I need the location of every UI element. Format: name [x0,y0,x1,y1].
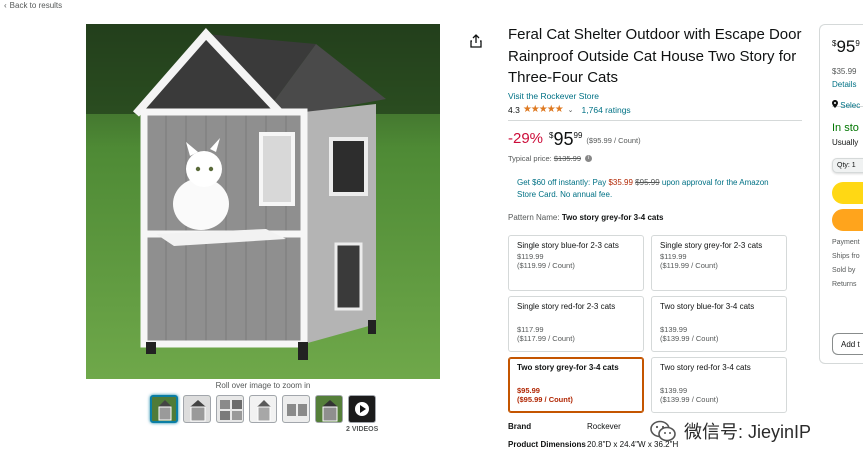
option-two-blue[interactable]: Two story blue-for 3-4 cats $139.99 ($13… [651,296,787,352]
option-unit-price: ($117.99 / Count) [517,334,575,343]
option-name: Single story blue-for 2-3 cats [517,241,619,250]
option-unit-price: ($119.99 / Count) [517,261,575,270]
star-rating-icon[interactable]: ★★★★★ [523,104,564,115]
option-two-grey-selected[interactable]: Two story grey-for 3-4 cats $95.99 ($95.… [508,357,644,413]
ratings-count-link[interactable]: 1,764 ratings [582,105,631,115]
back-label: Back to results [9,1,63,10]
thumbnail-5[interactable] [282,395,310,423]
rating-row: 4.3 ★★★★★ ⌄ 1,764 ratings [508,104,804,116]
thumbnail-3[interactable] [216,395,244,423]
option-price: $139.99 [660,325,688,334]
videos-count-label: 2 VIDEOS [346,426,379,433]
typical-price-label: Typical price: [508,153,552,163]
store-link[interactable]: Visit the Rockever Store [508,91,804,101]
option-price: $119.99 [660,252,687,261]
wechat-watermark: 微信号: JieyinIP [650,418,811,444]
add-to-list-button[interactable]: Add t [832,333,863,355]
option-name: Two story grey-for 3-4 cats [517,363,619,372]
product-title: Feral Cat Shelter Outdoor with Escape Do… [508,26,802,86]
spec-label: Product Dimensions [508,440,586,449]
info-icon[interactable]: i [585,155,593,163]
option-name: Two story red-for 3-4 cats [660,363,751,372]
discount-percent: -29% [508,129,544,147]
delivery-location[interactable]: Selec [832,100,860,110]
sold-by-label: Sold by [832,267,856,274]
in-stock-status: In sto [832,122,859,134]
buybox-delivery-price: $35.99 [832,67,857,76]
add-to-cart-button[interactable] [832,182,863,204]
details-link[interactable]: Details [832,80,856,89]
thumbnail-1[interactable] [150,395,178,423]
chevron-left-icon: ‹ [4,1,7,10]
option-unit-price: ($139.99 / Count) [660,334,719,343]
buy-box: $ 95 9 $35.99 Details Selec In sto Usual… [819,24,863,364]
main-product-image[interactable] [86,24,440,379]
pattern-label: Pattern Name: [508,212,560,222]
returns-label: Returns [832,281,857,288]
ships-from-label: Ships fro [832,253,860,260]
quantity-select[interactable]: Qty: 1 [832,158,863,173]
option-name: Single story red-for 2-3 cats [517,302,616,311]
typical-price: $135.99 [553,153,581,163]
chevron-down-icon[interactable]: ⌄ [568,106,574,114]
buy-now-button[interactable] [832,209,863,231]
price-whole: 95 [553,128,574,149]
promo-old-price: $95.99 [635,177,660,187]
option-single-blue[interactable]: Single story blue-for 2-3 cats $119.99 (… [508,235,644,291]
option-price: $139.99 [660,386,688,395]
spec-label: Brand [508,422,532,431]
share-icon[interactable] [469,34,483,48]
usually-ships: Usually [832,138,859,147]
payment-label: Payment [832,239,860,246]
thumbnail-2[interactable] [183,395,211,423]
unit-price: ($95.99 / Count) [586,135,641,145]
thumbnail-6[interactable] [315,395,343,423]
buybox-price: $ 95 9 [832,37,860,57]
location-label: Selec [840,101,861,110]
thumbnail-strip [150,395,376,423]
video-thumbnail[interactable] [348,395,376,423]
price-row: -29% $ 95 99 ($95.99 / Count) [508,129,804,151]
promo-text-a: Get $60 off instantly: Pay [517,177,609,187]
option-price: $119.99 [517,252,544,261]
divider [508,119,802,121]
price-fraction: 9 [855,39,860,48]
watermark-text: 微信号: JieyinIP [684,422,812,442]
play-icon [355,402,369,416]
store-card-promo[interactable]: Get $60 off instantly: Pay $35.99 $95.99… [508,177,778,201]
thumbnail-4[interactable] [249,395,277,423]
price-whole: 95 [836,37,856,56]
typical-price-row: Typical price: $135.99 i [508,154,804,163]
location-pin-icon [832,100,838,108]
option-unit-price: ($95.99 / Count) [517,395,573,404]
option-unit-price: ($139.99 / Count) [660,395,719,404]
price-fraction: 99 [573,130,583,140]
option-price: $95.99 [517,386,540,395]
promo-new-price: $35.99 [608,177,633,187]
spec-value: Rockever [587,422,621,431]
option-price: $117.99 [517,325,544,334]
option-name: Single story grey-for 2-3 cats [660,241,763,250]
option-single-grey[interactable]: Single story grey-for 2-3 cats $119.99 (… [651,235,787,291]
option-name: Two story blue-for 3-4 cats [660,302,755,311]
rating-value: 4.3 [508,104,520,115]
pattern-value: Two story grey-for 3-4 cats [561,212,664,222]
back-to-results-link[interactable]: ‹ Back to results [4,1,62,10]
zoom-hint: Roll over image to zoom in [215,381,311,390]
pattern-name-row: Pattern Name: Two story grey-for 3-4 cat… [508,213,804,222]
product-info: Feral Cat Shelter Outdoor with Escape Do… [508,24,804,222]
option-two-red[interactable]: Two story red-for 3-4 cats $139.99 ($139… [651,357,787,413]
price: $ 95 99 [549,129,582,149]
wechat-icon [650,420,676,442]
option-unit-price: ($119.99 / Count) [660,261,718,270]
option-single-red[interactable]: Single story red-for 2-3 cats $117.99 ($… [508,296,644,352]
